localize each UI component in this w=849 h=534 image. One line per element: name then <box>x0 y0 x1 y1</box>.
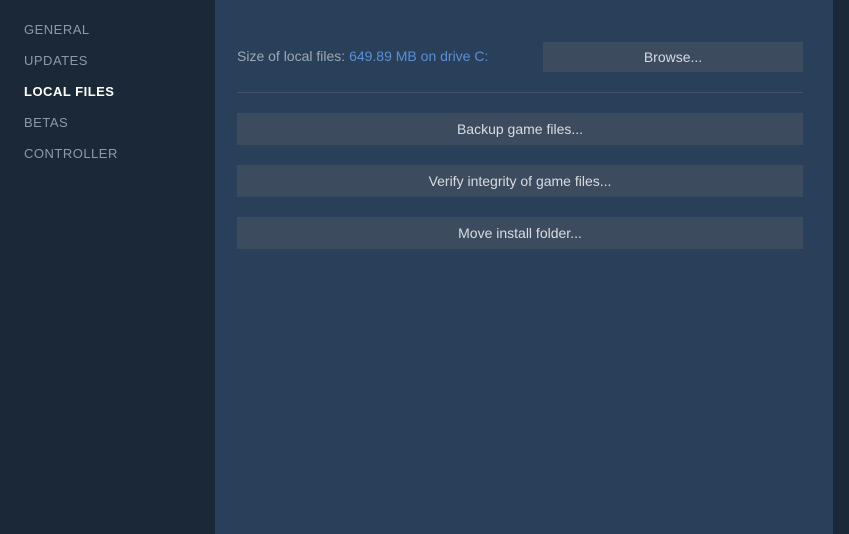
sidebar-item-local-files[interactable]: LOCAL FILES <box>24 76 215 107</box>
sidebar-item-general[interactable]: GENERAL <box>24 14 215 45</box>
content-panel: Size of local files: 649.89 MB on drive … <box>215 0 833 534</box>
sidebar: GENERAL UPDATES LOCAL FILES BETAS CONTRO… <box>0 0 215 534</box>
sidebar-item-betas[interactable]: BETAS <box>24 107 215 138</box>
backup-button[interactable]: Backup game files... <box>237 113 803 145</box>
browse-button[interactable]: Browse... <box>543 42 803 72</box>
move-button[interactable]: Move install folder... <box>237 217 803 249</box>
size-row: Size of local files: 649.89 MB on drive … <box>237 42 803 72</box>
verify-button[interactable]: Verify integrity of game files... <box>237 165 803 197</box>
sidebar-item-updates[interactable]: UPDATES <box>24 45 215 76</box>
sidebar-item-controller[interactable]: CONTROLLER <box>24 138 215 169</box>
divider <box>237 92 803 93</box>
size-value-link[interactable]: 649.89 MB on drive C: <box>349 48 488 64</box>
size-label: Size of local files: <box>237 48 349 64</box>
